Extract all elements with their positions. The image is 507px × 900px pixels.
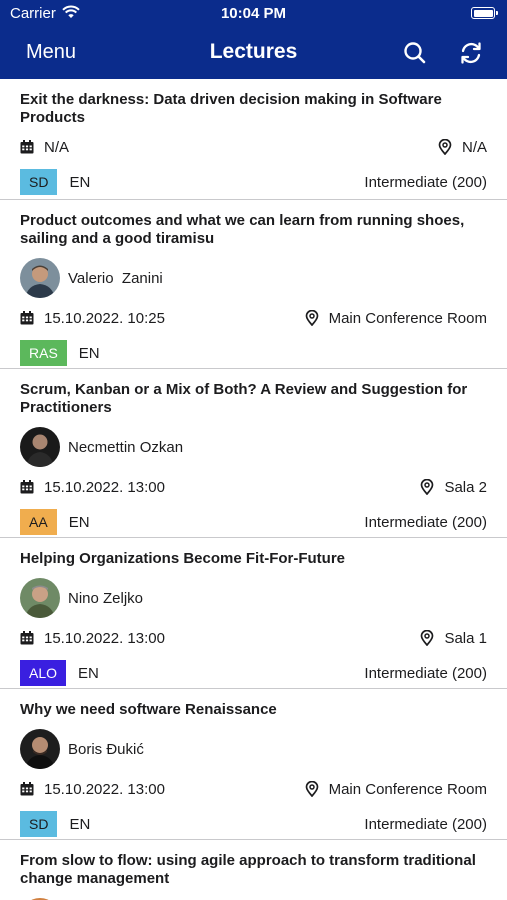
search-icon[interactable] [401, 39, 429, 67]
lecture-card[interactable]: Helping Organizations Become Fit-For-Fut… [0, 538, 507, 689]
lecture-location: Main Conference Room [328, 309, 487, 327]
lecture-list: Exit the darkness: Data driven decision … [0, 79, 507, 900]
speaker: Valerio Zanini [20, 258, 487, 298]
lecture-level: Intermediate (200) [364, 173, 487, 191]
calendar-icon [20, 140, 34, 154]
battery-icon [471, 7, 498, 19]
calendar-icon [20, 782, 34, 796]
lecture-level: Intermediate (200) [364, 815, 487, 833]
lecture-datetime: 15.10.2022. 13:00 [44, 478, 165, 496]
lecture-info-row: 15.10.2022. 13:00 Sala 2 [20, 477, 487, 497]
lecture-datetime: N/A [44, 138, 70, 156]
speaker-avatar [20, 427, 60, 467]
lecture-meta-row: AA EN Intermediate (200) [20, 509, 487, 535]
speaker-name: Necmettin Ozkan [68, 438, 184, 456]
location-pin-icon [305, 781, 318, 797]
lecture-datetime: 15.10.2022. 10:25 [44, 309, 165, 327]
lecture-card[interactable]: Exit the darkness: Data driven decision … [0, 79, 507, 200]
calendar-icon [20, 631, 34, 645]
lecture-language: EN [69, 815, 91, 833]
lecture-language: EN [78, 344, 100, 362]
lecture-info-row: N/A N/A [20, 137, 487, 157]
lecture-title: Why we need software Renaissance [20, 701, 277, 718]
nav-bar: Menu Lectures [0, 30, 507, 76]
lecture-location: Main Conference Room [328, 780, 487, 798]
lecture-datetime: 15.10.2022. 13:00 [44, 780, 165, 798]
lecture-level: Intermediate (200) [364, 513, 487, 531]
lecture-datetime: 15.10.2022. 13:00 [44, 629, 165, 647]
speaker-avatar [20, 258, 60, 298]
lecture-title: Helping Organizations Become Fit-For-Fut… [20, 550, 346, 567]
lecture-info-row: 15.10.2022. 13:00 Sala 1 [20, 628, 487, 648]
menu-button[interactable]: Menu [26, 41, 76, 64]
app-header: Carrier 10:04 PM Menu Lectures [0, 0, 507, 79]
lecture-meta-row: RAS EN [20, 340, 487, 366]
speaker: Boris Đukić [20, 729, 487, 769]
lecture-language: EN [69, 173, 91, 191]
status-bar: Carrier 10:04 PM [0, 0, 507, 28]
lecture-card[interactable]: Why we need software Renaissance Boris Đ… [0, 689, 507, 840]
lecture-language: EN [78, 664, 99, 682]
calendar-icon [20, 311, 34, 325]
speaker: Necmettin Ozkan [20, 427, 487, 467]
lecture-title: Product outcomes and what we can learn f… [20, 212, 465, 247]
lecture-meta-row: ALO EN Intermediate (200) [20, 660, 487, 686]
location-pin-icon [421, 630, 434, 646]
location-pin-icon [421, 479, 434, 495]
lecture-card[interactable]: Product outcomes and what we can learn f… [0, 200, 507, 369]
lecture-info-row: 15.10.2022. 10:25 Main Conference Room [20, 308, 487, 328]
track-badge: AA [20, 509, 57, 535]
speaker-avatar [20, 729, 60, 769]
location-pin-icon [438, 139, 452, 155]
calendar-icon [20, 480, 34, 494]
lecture-card[interactable]: From slow to flow: using agile approach … [0, 840, 507, 900]
lecture-location: Sala 1 [444, 629, 487, 647]
speaker: Nino Zeljko [20, 578, 487, 618]
speaker-name: Nino Zeljko [68, 589, 144, 607]
track-badge: SD [20, 811, 58, 837]
track-badge: RAS [20, 340, 67, 366]
track-badge: ALO [20, 660, 67, 686]
lecture-meta-row: SD EN Intermediate (200) [20, 169, 487, 195]
speaker-avatar [20, 578, 60, 618]
lecture-location: N/A [461, 138, 487, 156]
lecture-level: Intermediate (200) [364, 664, 487, 682]
lecture-info-row: 15.10.2022. 13:00 Main Conference Room [20, 779, 487, 799]
lecture-language: EN [68, 513, 90, 531]
refresh-icon[interactable] [457, 39, 485, 67]
lecture-meta-row: SD EN Intermediate (200) [20, 811, 487, 837]
lecture-title: From slow to flow: using agile approach … [20, 852, 476, 887]
lecture-title: Exit the darkness: Data driven decision … [20, 91, 442, 126]
clock: 10:04 PM [220, 5, 287, 22]
lecture-title: Scrum, Kanban or a Mix of Both? A Review… [20, 381, 468, 416]
lecture-location: Sala 2 [444, 478, 487, 496]
page-title: Lectures [209, 40, 298, 63]
track-badge: SD [20, 169, 58, 195]
speaker-name: Valerio Zanini [68, 269, 163, 287]
lecture-card[interactable]: Scrum, Kanban or a Mix of Both? A Review… [0, 369, 507, 538]
speaker-name: Boris Đukić [68, 740, 144, 758]
location-pin-icon [305, 310, 318, 326]
